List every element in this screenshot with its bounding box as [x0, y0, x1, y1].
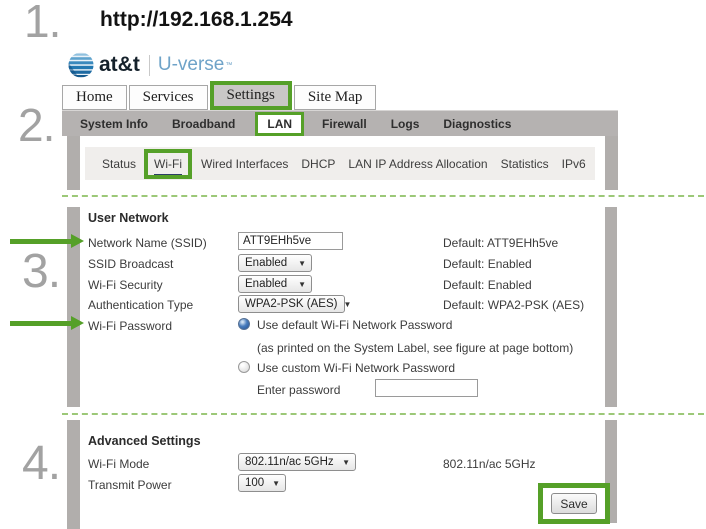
secondary-nav-bar: System Info Broadband LAN Firewall Logs … [62, 110, 618, 136]
subnav-wired-interfaces[interactable]: Wired Interfaces [201, 157, 288, 171]
wifi-password-label: Wi-Fi Password [88, 319, 172, 333]
subnav-ipv6[interactable]: IPv6 [562, 157, 586, 171]
advanced-settings-title: Advanced Settings [88, 434, 201, 448]
dashed-divider [62, 195, 704, 197]
transmit-power-value: 100 [245, 477, 264, 489]
wifi-security-select[interactable]: Enabled ▼ [238, 275, 312, 293]
att-globe-icon [68, 52, 94, 78]
radio-custom-password-label: Use custom Wi-Fi Network Password [257, 361, 455, 375]
radio-default-password[interactable] [238, 318, 250, 330]
chevron-down-icon: ▼ [298, 259, 306, 268]
subnav-lan-ip-allocation[interactable]: LAN IP Address Allocation [348, 157, 487, 171]
wifi-mode-select[interactable]: 802.11n/ac 5GHz ▼ [238, 453, 356, 471]
page-edge-right [605, 207, 617, 407]
enter-password-input[interactable] [375, 379, 478, 397]
nav-system-info[interactable]: System Info [80, 117, 148, 131]
callout-arrow-ssid-icon [10, 239, 72, 244]
wifi-security-value: Enabled [245, 278, 287, 290]
dashed-divider [62, 413, 704, 415]
nav-lan[interactable]: LAN [255, 112, 304, 136]
ssid-broadcast-value: Enabled [245, 257, 287, 269]
wifi-mode-default: 802.11n/ac 5GHz [443, 457, 536, 471]
chevron-down-icon: ▼ [298, 280, 306, 289]
subnav-wifi[interactable]: Wi-Fi [144, 149, 192, 179]
chevron-down-icon: ▼ [272, 479, 280, 488]
tab-services[interactable]: Services [129, 85, 208, 110]
transmit-power-select[interactable]: 100 ▼ [238, 474, 286, 492]
tab-settings[interactable]: Settings [210, 81, 292, 110]
auth-type-value: WPA2-PSK (AES) [245, 298, 337, 310]
nav-firewall[interactable]: Firewall [322, 117, 367, 131]
subnav-dhcp[interactable]: DHCP [301, 157, 335, 171]
subnav-status[interactable]: Status [102, 157, 136, 171]
enter-password-label: Enter password [257, 383, 340, 397]
wifi-mode-label: Wi-Fi Mode [88, 457, 149, 471]
primary-tab-bar: Home Services Settings Site Map [62, 84, 378, 110]
router-address-text: http://192.168.1.254 [100, 8, 293, 32]
page-edge-right [605, 136, 618, 190]
subnav-statistics[interactable]: Statistics [501, 157, 549, 171]
transmit-power-label: Transmit Power [88, 478, 172, 492]
step-number-4: 4. [22, 436, 60, 491]
page-edge-left [67, 136, 80, 190]
callout-arrow-password-icon [10, 321, 72, 326]
chevron-down-icon: ▼ [343, 300, 351, 309]
chevron-down-icon: ▼ [342, 458, 350, 467]
network-name-input[interactable] [238, 232, 343, 250]
auth-type-label: Authentication Type [88, 298, 193, 312]
radio-custom-password[interactable] [238, 361, 250, 373]
network-name-default: Default: ATT9EHh5ve [443, 236, 558, 250]
logo-divider [149, 55, 150, 76]
auth-type-select[interactable]: WPA2-PSK (AES) ▼ [238, 295, 345, 313]
subnav-wifi-label: Wi-Fi [154, 157, 182, 175]
nav-broadband[interactable]: Broadband [172, 117, 235, 131]
wifi-security-label: Wi-Fi Security [88, 278, 163, 292]
step-number-1: 1. [24, 0, 60, 48]
att-uverse-logo: at&t U-verse ™ [68, 52, 232, 78]
tutorial-screenshot: 1. 2. 3. 4. http://192.168.1.254 at&t U-… [0, 0, 706, 529]
lan-subnav-strip: Status Wi-Fi Wired Interfaces DHCP LAN I… [85, 147, 595, 180]
tab-sitemap[interactable]: Site Map [294, 85, 377, 110]
default-password-note: (as printed on the System Label, see fig… [257, 341, 573, 355]
wifi-mode-value: 802.11n/ac 5GHz [245, 456, 334, 468]
network-name-label: Network Name (SSID) [88, 236, 207, 250]
uverse-wordmark: U-verse [158, 54, 225, 76]
ssid-broadcast-select[interactable]: Enabled ▼ [238, 254, 312, 272]
user-network-title: User Network [88, 211, 169, 225]
save-button[interactable]: Save [551, 493, 597, 514]
page-edge-left [67, 420, 80, 529]
step-number-3: 3. [22, 244, 60, 299]
att-wordmark: at&t [99, 53, 140, 77]
wifi-security-default: Default: Enabled [443, 278, 532, 292]
trademark-symbol: ™ [225, 62, 232, 69]
save-highlight-box: Save [538, 483, 610, 524]
step-number-2: 2. [18, 98, 54, 152]
ssid-broadcast-label: SSID Broadcast [88, 257, 173, 271]
nav-logs[interactable]: Logs [391, 117, 420, 131]
nav-diagnostics[interactable]: Diagnostics [443, 117, 511, 131]
tab-home[interactable]: Home [62, 85, 127, 110]
auth-type-default: Default: WPA2-PSK (AES) [443, 298, 584, 312]
ssid-broadcast-default: Default: Enabled [443, 257, 532, 271]
radio-default-password-label: Use default Wi-Fi Network Password [257, 318, 452, 332]
